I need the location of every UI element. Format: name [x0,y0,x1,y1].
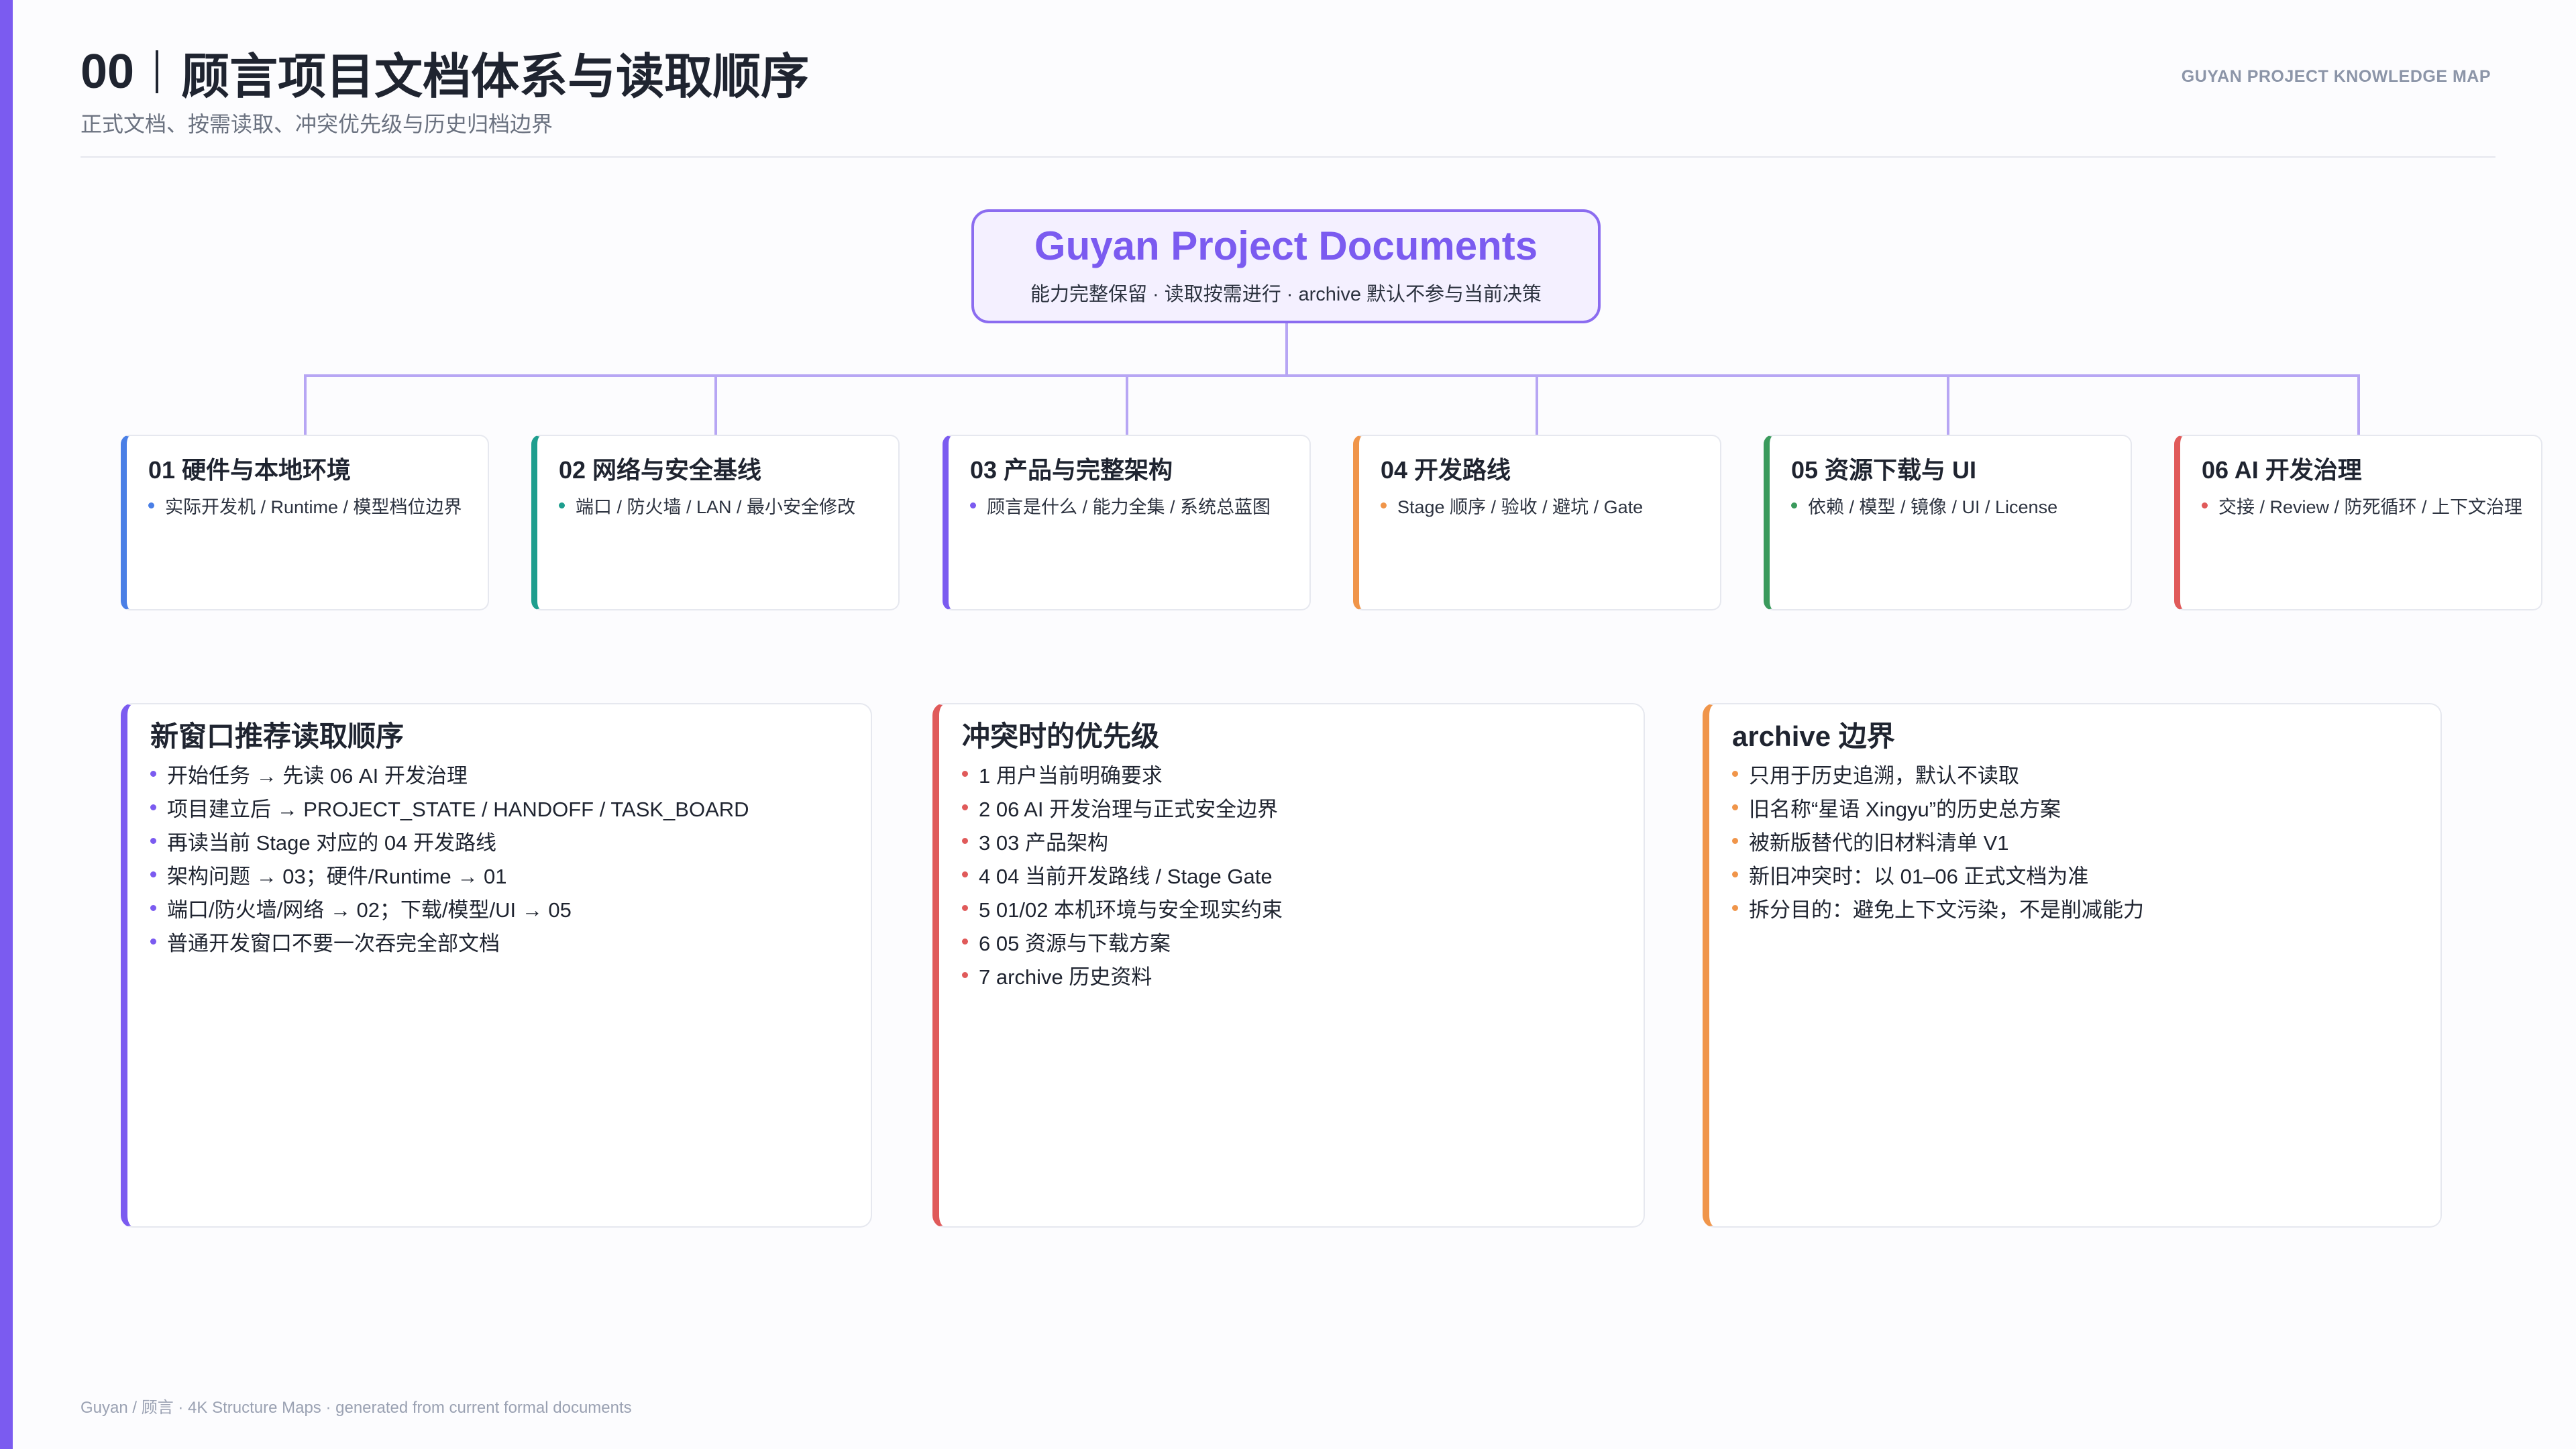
bullet-icon [1732,770,1738,777]
bullet-icon [962,770,968,777]
page-subtitle: 正式文档、按需读取、冲突优先级与历史归档边界 [80,112,553,136]
header-divider [80,156,2496,158]
root-title: Guyan Project Documents [1034,223,1538,268]
panel-conflict-priority: 冲突时的优先级 1 用户当前明确要求 2 06 AI 开发治理与正式安全边界 3… [932,703,1645,1228]
category-title: 02 网络与安全基线 [559,456,762,484]
category-card-hardware: 01 硬件与本地环境 实际开发机 / Runtime / 模型档位边界 [121,435,489,610]
category-desc: Stage 顺序 / 验收 / 避坑 / Gate [1397,497,1644,517]
root-subtitle: 能力完整保留 · 读取按需进行 · archive 默认不参与当前决策 [1030,284,1542,305]
bullet-icon [559,502,565,508]
page-title-text: 顾言项目文档体系与读取顺序 [181,50,810,104]
category-desc: 依赖 / 模型 / 镜像 / UI / License [1808,497,2058,517]
list-item: 再读当前 Stage 对应的 04 开发路线 [150,824,749,857]
list-item: 2 06 AI 开发治理与正式安全边界 [962,790,1283,824]
bullet-icon [148,502,154,508]
category-desc-row: Stage 顺序 / 验收 / 避坑 / Gate [1381,492,1643,519]
bullet-icon [1732,904,1738,911]
category-desc-row: 依赖 / 模型 / 镜像 / UI / License [1791,492,2057,519]
category-desc-row: 顾言是什么 / 能力全集 / 系统总蓝图 [970,492,1271,519]
bullet-icon [962,804,968,810]
category-desc: 端口 / 防火墙 / LAN / 最小安全修改 [576,497,856,517]
bullet-icon [962,904,968,911]
category-desc-row: 端口 / 防火墙 / LAN / 最小安全修改 [559,492,855,519]
page-number: 00 [80,45,135,99]
page-footer: Guyan / 顾言 · 4K Structure Maps · generat… [80,1399,632,1417]
page-title: 00 顾言项目文档体系与读取顺序 [80,42,809,104]
list-item: 端口/防火墙/网络 → 02；下载/模型/UI → 05 [150,891,749,924]
panel-list: 只用于历史追溯，默认不读取 旧名称“星语 Xingyu”的历史总方案 被新版替代… [1732,757,2144,924]
bullet-icon [962,837,968,844]
list-item: 开始任务 → 先读 06 AI 开发治理 [150,757,749,790]
bullet-icon [150,871,156,877]
category-desc: 顾言是什么 / 能力全集 / 系统总蓝图 [987,497,1271,517]
list-item: 项目建立后 → PROJECT_STATE / HANDOFF / TASK_B… [150,790,749,824]
list-item: 5 01/02 本机环境与安全现实约束 [962,891,1283,924]
bullet-icon [1732,804,1738,810]
bullet-icon [150,770,156,777]
title-separator [156,50,159,93]
bullet-icon [1791,502,1797,508]
category-desc: 交接 / Review / 防死循环 / 上下文治理 [2218,497,2523,517]
panel-reading-order: 新窗口推荐读取顺序 开始任务 → 先读 06 AI 开发治理 项目建立后 → P… [121,703,872,1228]
list-item: 7 archive 历史资料 [962,958,1283,991]
category-card-product: 03 产品与完整架构 顾言是什么 / 能力全集 / 系统总蓝图 [943,435,1311,610]
category-card-resources: 05 资源下载与 UI 依赖 / 模型 / 镜像 / UI / License [1764,435,2132,610]
category-card-network: 02 网络与安全基线 端口 / 防火墙 / LAN / 最小安全修改 [531,435,900,610]
bullet-icon [150,804,156,810]
category-title: 04 开发路线 [1381,456,1511,484]
bullet-icon [962,871,968,877]
list-item: 架构问题 → 03；硬件/Runtime → 01 [150,857,749,891]
bullet-icon [1732,871,1738,877]
panel-list: 1 用户当前明确要求 2 06 AI 开发治理与正式安全边界 3 03 产品架构… [962,757,1283,991]
bullet-icon [1381,502,1387,508]
bullet-icon [962,938,968,945]
bullet-icon [1732,837,1738,844]
list-item: 只用于历史追溯，默认不读取 [1732,757,2144,790]
list-item: 4 04 当前开发路线 / Stage Gate [962,857,1283,891]
category-card-ai-governance: 06 AI 开发治理 交接 / Review / 防死循环 / 上下文治理 [2174,435,2542,610]
bullet-icon [150,938,156,945]
list-item: 旧名称“星语 Xingyu”的历史总方案 [1732,790,2144,824]
list-item: 普通开发窗口不要一次吞完全部文档 [150,924,749,958]
category-desc: 实际开发机 / Runtime / 模型档位边界 [165,497,462,517]
list-item: 1 用户当前明确要求 [962,757,1283,790]
panel-archive-boundary: archive 边界 只用于历史追溯，默认不读取 旧名称“星语 Xingyu”的… [1703,703,2442,1228]
header-tag: GUYAN PROJECT KNOWLEDGE MAP [2181,67,2491,86]
root-node: Guyan Project Documents 能力完整保留 · 读取按需进行 … [971,209,1601,323]
category-card-roadmap: 04 开发路线 Stage 顺序 / 验收 / 避坑 / Gate [1353,435,1721,610]
bullet-icon [962,971,968,978]
bullet-icon [150,837,156,844]
left-accent-bar [0,0,13,1449]
category-desc-row: 交接 / Review / 防死循环 / 上下文治理 [2202,492,2522,519]
category-title: 03 产品与完整架构 [970,456,1173,484]
list-item: 6 05 资源与下载方案 [962,924,1283,958]
list-item: 3 03 产品架构 [962,824,1283,857]
bullet-icon [2202,502,2208,508]
panel-title: 新窗口推荐读取顺序 [150,720,405,752]
category-title: 01 硬件与本地环境 [148,456,352,484]
category-title: 05 资源下载与 UI [1791,456,1977,484]
panel-title: archive 边界 [1732,720,1895,752]
category-desc-row: 实际开发机 / Runtime / 模型档位边界 [148,492,462,519]
bullet-icon [150,904,156,911]
panel-title: 冲突时的优先级 [962,720,1160,752]
list-item: 新旧冲突时：以 01–06 正式文档为准 [1732,857,2144,891]
list-item: 被新版替代的旧材料清单 V1 [1732,824,2144,857]
bullet-icon [970,502,976,508]
list-item: 拆分目的：避免上下文污染，不是削减能力 [1732,891,2144,924]
panel-list: 开始任务 → 先读 06 AI 开发治理 项目建立后 → PROJECT_STA… [150,757,749,958]
category-title: 06 AI 开发治理 [2202,456,2362,484]
